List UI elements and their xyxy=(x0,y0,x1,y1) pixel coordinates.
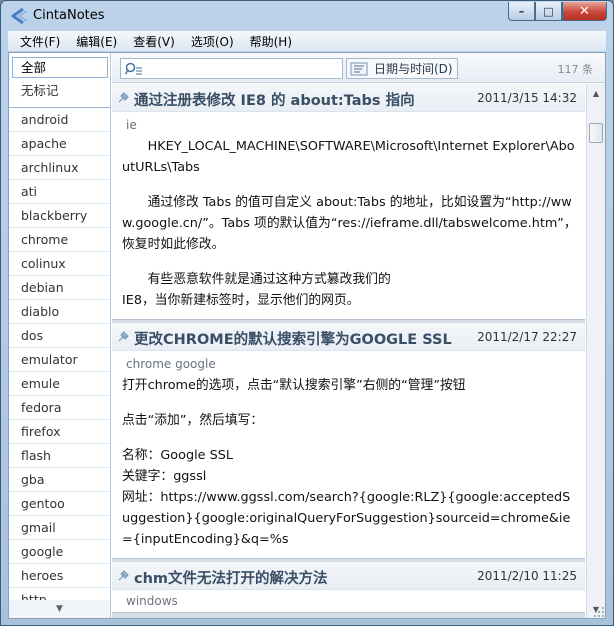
menu-edit[interactable]: 编辑(E) xyxy=(68,33,125,50)
tag-all[interactable]: 全部 xyxy=(12,57,108,78)
title-bar[interactable]: CintaNotes – □ ✕ xyxy=(1,1,613,31)
tag-item[interactable]: emule xyxy=(9,372,110,396)
note-pin-icon xyxy=(118,92,129,103)
sort-by-date-button[interactable]: 日期与时间(D) xyxy=(346,58,458,79)
tag-item[interactable]: apache xyxy=(9,132,110,156)
minimize-button[interactable]: – xyxy=(508,2,535,21)
note-title: 更改CHROME的默认搜索引擎为GOOGLE SSL xyxy=(134,332,452,348)
sidebar-scroll-down[interactable]: ▼ xyxy=(9,600,110,618)
note-pin-icon xyxy=(118,570,129,581)
note-paragraph: 网址：https://www.ggssl.com/search?{google:… xyxy=(122,490,571,547)
tag-item[interactable]: fedora xyxy=(9,396,110,420)
maximize-button[interactable]: □ xyxy=(535,2,562,21)
note-paragraph: IE8，当你新建标签时，显示他们的网页。 xyxy=(122,293,360,308)
vertical-scrollbar[interactable]: ▲ ▼ xyxy=(586,84,605,618)
tag-item[interactable]: gentoo xyxy=(9,492,110,516)
note-header[interactable]: 更改CHROME的默认搜索引擎为GOOGLE SSL 2011/2/17 22:2… xyxy=(112,323,585,351)
note-tags[interactable]: ie xyxy=(112,112,585,136)
note-title: 通过注册表修改 IE8 的 about:Tabs 指向 xyxy=(134,93,415,109)
note-pin-icon xyxy=(118,331,129,342)
menu-help[interactable]: 帮助(H) xyxy=(242,33,300,50)
note-date: 2011/2/17 22:27 xyxy=(477,330,577,344)
toolbar: 日期与时间(D) 117 条 xyxy=(112,53,605,83)
note-paragraph xyxy=(122,396,577,410)
menu-options[interactable]: 选项(O) xyxy=(183,33,242,50)
note-paragraph: 打开chrome的选项，点击“默认搜索引擎”右侧的“管理”按钮 xyxy=(122,378,466,393)
menu-bar: 文件(F) 编辑(E) 查看(V) 选项(O) 帮助(H) xyxy=(8,31,606,51)
tag-item[interactable]: flash xyxy=(9,444,110,468)
search-input[interactable] xyxy=(120,58,343,79)
note-tags[interactable]: chrome google xyxy=(112,351,585,375)
tag-item[interactable]: gmail xyxy=(9,516,110,540)
note-paragraph: 关键字：ggssl xyxy=(122,469,207,484)
tag-item[interactable]: colinux xyxy=(9,252,110,276)
note-paragraph: HKEY_LOCAL_MACHINE\SOFTWARE\Microsoft\In… xyxy=(122,139,575,175)
note-body[interactable]: 打开chrome的选项，点击“默认搜索引擎”右侧的“管理”按钮 点击“添加”，然后… xyxy=(112,375,585,558)
note-paragraph xyxy=(122,431,577,445)
note-paragraph: 有些恶意软件就是通过这种方式篡改我们的 xyxy=(147,272,391,287)
menu-file[interactable]: 文件(F) xyxy=(12,33,68,50)
sort-label: 日期与时间(D) xyxy=(374,62,453,76)
tag-list: android apache archlinux ati blackberry chrom… xyxy=(9,108,110,612)
note-title: chm文件无法打开的解决方法 xyxy=(134,571,328,587)
tag-item[interactable]: debian xyxy=(9,276,110,300)
note-date: 2011/3/15 14:32 xyxy=(477,91,577,105)
resize-grip-icon[interactable] xyxy=(593,606,605,618)
tag-item[interactable]: dos xyxy=(9,324,110,348)
note-card[interactable]: 更改CHROME的默认搜索引擎为GOOGLE SSL 2011/2/17 22:2… xyxy=(112,323,585,559)
note-card[interactable]: chm文件无法打开的解决方法 2011/2/10 11:25 windows xyxy=(112,562,585,613)
tag-item[interactable]: gba xyxy=(9,468,110,492)
search-icon xyxy=(125,62,142,74)
note-paragraph: 点击“添加”，然后填写： xyxy=(122,413,264,428)
note-tags[interactable]: windows xyxy=(112,590,585,612)
note-body[interactable]: HKEY_LOCAL_MACHINE\SOFTWARE\Microsoft\In… xyxy=(112,136,585,319)
note-header[interactable]: 通过注册表修改 IE8 的 about:Tabs 指向 2011/3/15 14:… xyxy=(112,84,585,112)
tag-item[interactable]: android xyxy=(9,108,110,132)
menu-view[interactable]: 查看(V) xyxy=(125,33,183,50)
note-paragraph: 通过修改 Tabs 的值可自定义 about:Tabs 的地址，比如设置为“ht… xyxy=(122,195,577,252)
note-paragraph xyxy=(122,255,577,269)
scrollbar-thumb[interactable] xyxy=(589,123,603,143)
tag-item[interactable]: emulator xyxy=(9,348,110,372)
tag-item[interactable]: firefox xyxy=(9,420,110,444)
note-header[interactable]: chm文件无法打开的解决方法 2011/2/10 11:25 xyxy=(112,562,585,590)
tag-item[interactable]: blackberry xyxy=(9,204,110,228)
tag-item[interactable]: heroes xyxy=(9,564,110,588)
scroll-up-icon[interactable]: ▲ xyxy=(589,86,603,100)
main-area: 全部 无标记 android apache archlinux ati blackber… xyxy=(8,52,606,619)
note-paragraph: 名称：Google SSL xyxy=(122,448,233,463)
note-count: 117 条 xyxy=(557,63,594,76)
app-window: CintaNotes – □ ✕ 文件(F) 编辑(E) 查看(V) 选项(O)… xyxy=(0,0,614,626)
tag-item[interactable]: chrome xyxy=(9,228,110,252)
note-paragraph xyxy=(122,178,577,192)
note-card[interactable]: 通过注册表修改 IE8 的 about:Tabs 指向 2011/3/15 14:… xyxy=(112,84,585,320)
tag-item[interactable]: archlinux xyxy=(9,156,110,180)
tag-sidebar: 全部 无标记 android apache archlinux ati blackber… xyxy=(9,53,111,618)
cintanotes-logo-icon xyxy=(11,7,28,25)
tag-untagged[interactable]: 无标记 xyxy=(9,78,110,108)
tag-item[interactable]: ati xyxy=(9,180,110,204)
window-title: CintaNotes xyxy=(33,8,105,23)
close-button[interactable]: ✕ xyxy=(562,2,607,21)
note-list: 通过注册表修改 IE8 的 about:Tabs 指向 2011/3/15 14:… xyxy=(112,84,585,618)
tag-item[interactable]: diablo xyxy=(9,300,110,324)
chevron-down-icon: ▼ xyxy=(56,604,63,614)
note-date: 2011/2/10 11:25 xyxy=(477,569,577,583)
tag-item[interactable]: google xyxy=(9,540,110,564)
sort-icon xyxy=(350,62,368,75)
